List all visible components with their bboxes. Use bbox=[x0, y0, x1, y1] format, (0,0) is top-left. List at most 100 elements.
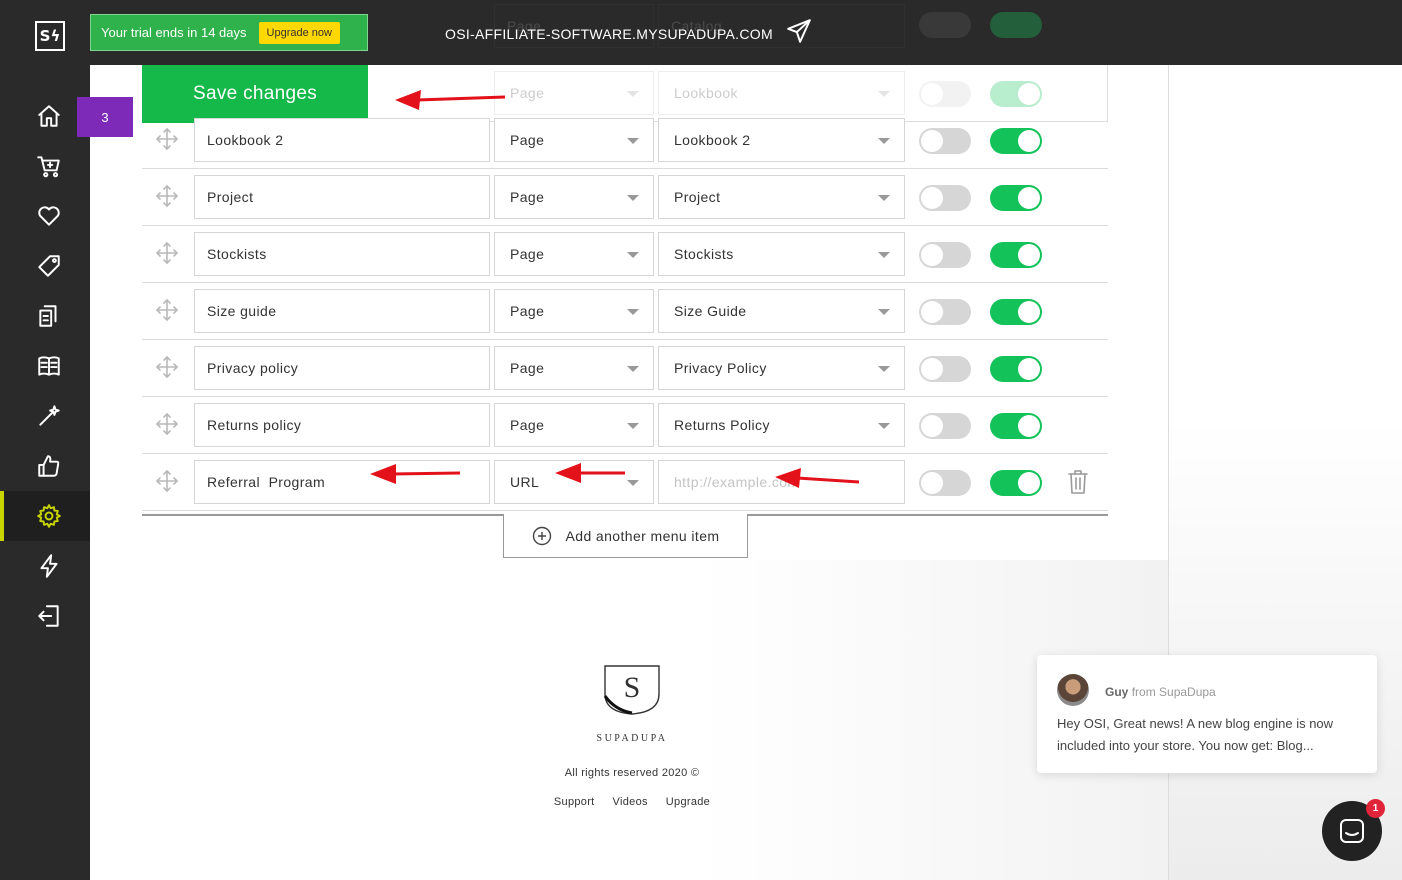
book-icon[interactable] bbox=[33, 350, 65, 382]
send-icon[interactable] bbox=[786, 18, 814, 44]
footer-link-support[interactable]: Support bbox=[554, 796, 595, 808]
menu-item-name-input[interactable]: Privacy policy bbox=[194, 346, 490, 390]
menu-type-select[interactable]: Page bbox=[494, 175, 654, 219]
visibility-toggle-a[interactable] bbox=[919, 185, 971, 211]
trial-text: Your trial ends in 14 days bbox=[101, 25, 247, 40]
magic-wand-icon[interactable] bbox=[33, 400, 65, 432]
chevron-down-icon bbox=[878, 366, 890, 372]
annotation-arrow bbox=[370, 462, 462, 491]
visibility-toggle-b[interactable] bbox=[990, 128, 1042, 154]
visibility-toggle-b[interactable] bbox=[990, 185, 1042, 211]
trial-banner: Your trial ends in 14 days Upgrade now bbox=[90, 14, 368, 51]
visibility-toggle-b[interactable] bbox=[990, 356, 1042, 382]
app-logo[interactable]: Sϟ bbox=[35, 21, 65, 51]
chevron-down-icon bbox=[878, 138, 890, 144]
avatar bbox=[1057, 674, 1089, 706]
menu-row: Privacy policy Page Privacy Policy bbox=[142, 340, 1108, 397]
menu-item-name-input[interactable]: Size guide bbox=[194, 289, 490, 333]
drag-handle-icon[interactable] bbox=[154, 297, 180, 323]
menu-target-select[interactable]: Size Guide bbox=[658, 289, 905, 333]
home-icon[interactable] bbox=[33, 100, 65, 132]
toggle-a[interactable] bbox=[919, 81, 971, 107]
logo-letter: S bbox=[624, 671, 641, 704]
menu-row: Stockists Page Stockists bbox=[142, 226, 1108, 283]
menu-target-select[interactable]: Privacy Policy bbox=[658, 346, 905, 390]
upgrade-now-button[interactable]: Upgrade now bbox=[258, 21, 340, 44]
menu-item-name-input[interactable]: Lookbook 2 bbox=[194, 118, 490, 162]
menu-row: Lookbook 2 Page Lookbook 2 bbox=[142, 112, 1108, 169]
logout-icon[interactable] bbox=[33, 600, 65, 632]
visibility-toggle-a[interactable] bbox=[919, 242, 971, 268]
chevron-down-icon bbox=[627, 309, 639, 315]
chevron-down-icon bbox=[878, 195, 890, 201]
add-menu-item-label: Add another menu item bbox=[565, 527, 720, 544]
thumbs-up-icon[interactable] bbox=[33, 450, 65, 482]
trash-icon[interactable] bbox=[1067, 469, 1089, 495]
toggle-b[interactable] bbox=[990, 81, 1042, 107]
chevron-down-icon bbox=[627, 195, 639, 201]
visibility-toggle-b[interactable] bbox=[990, 470, 1042, 496]
menu-item-name-input[interactable]: Returns policy bbox=[194, 403, 490, 447]
cart-icon[interactable] bbox=[33, 150, 65, 182]
menu-type-select[interactable]: Page bbox=[494, 118, 654, 162]
visibility-toggle-a[interactable] bbox=[919, 299, 971, 325]
ghost-toggles bbox=[919, 12, 1042, 38]
heart-icon[interactable] bbox=[33, 200, 65, 232]
gear-icon[interactable] bbox=[33, 500, 65, 532]
footer-link-videos[interactable]: Videos bbox=[613, 796, 648, 808]
chat-message-text: Hey OSI, Great news! A new blog engine i… bbox=[1057, 716, 1334, 753]
supadupa-logo: S bbox=[603, 664, 661, 716]
menu-type-select[interactable]: Page bbox=[494, 289, 654, 333]
chevron-down-icon bbox=[878, 423, 890, 429]
drag-handle-icon[interactable] bbox=[154, 126, 180, 152]
chat-message-card[interactable]: Guy from SupaDupa Hey OSI, Great news! A… bbox=[1037, 655, 1377, 773]
menu-target-select[interactable]: Lookbook 2 bbox=[658, 118, 905, 162]
footer-links: Support Videos Upgrade bbox=[520, 796, 744, 808]
chat-icon bbox=[1340, 819, 1364, 843]
menu-target-select[interactable]: Lookbook bbox=[658, 71, 905, 115]
chevron-down-icon bbox=[627, 480, 639, 486]
plus-circle-icon bbox=[532, 526, 551, 545]
notification-badge: 3 bbox=[77, 97, 133, 137]
tag-icon[interactable] bbox=[33, 250, 65, 282]
chevron-down-icon bbox=[627, 423, 639, 429]
menu-row: Returns policy Page Returns Policy bbox=[142, 397, 1108, 454]
visibility-toggle-b[interactable] bbox=[990, 413, 1042, 439]
menu-item-name-input[interactable]: Project bbox=[194, 175, 490, 219]
visibility-toggle-b[interactable] bbox=[990, 299, 1042, 325]
chevron-down-icon bbox=[878, 252, 890, 258]
lightning-icon[interactable] bbox=[33, 550, 65, 582]
menu-type-select[interactable]: Page bbox=[494, 403, 654, 447]
menu-target-select[interactable]: Returns Policy bbox=[658, 403, 905, 447]
chevron-down-icon bbox=[627, 138, 639, 144]
menu-type-select[interactable]: Page bbox=[494, 232, 654, 276]
menu-target-select[interactable]: Project bbox=[658, 175, 905, 219]
drag-handle-icon[interactable] bbox=[154, 411, 180, 437]
chevron-down-icon bbox=[878, 309, 890, 315]
annotation-arrow bbox=[395, 86, 507, 115]
drag-handle-icon[interactable] bbox=[154, 183, 180, 209]
chevron-down-icon bbox=[627, 252, 639, 258]
menu-type-select[interactable]: Page bbox=[494, 71, 654, 115]
menu-item-name-input[interactable]: Stockists bbox=[194, 232, 490, 276]
visibility-toggle-a[interactable] bbox=[919, 128, 971, 154]
visibility-toggle-a[interactable] bbox=[919, 413, 971, 439]
visibility-toggle-a[interactable] bbox=[919, 356, 971, 382]
menu-row: Project Page Project bbox=[142, 169, 1108, 226]
chat-sender: Guy from SupaDupa bbox=[1105, 685, 1216, 699]
store-domain[interactable]: OSI-AFFILIATE-SOFTWARE.MYSUPADUPA.COM bbox=[445, 26, 773, 42]
visibility-toggle-b[interactable] bbox=[990, 242, 1042, 268]
brand-name: SUPADUPA bbox=[596, 733, 668, 744]
unread-count-badge: 1 bbox=[1366, 799, 1385, 818]
drag-handle-icon[interactable] bbox=[154, 354, 180, 380]
drag-handle-icon[interactable] bbox=[154, 468, 180, 494]
menu-target-select[interactable]: Stockists bbox=[658, 232, 905, 276]
visibility-toggle-a[interactable] bbox=[919, 470, 971, 496]
footer-link-upgrade[interactable]: Upgrade bbox=[666, 796, 710, 808]
pages-icon[interactable] bbox=[33, 300, 65, 332]
copyright-text: All rights reserved 2020 © bbox=[564, 767, 700, 779]
menu-type-select[interactable]: Page bbox=[494, 346, 654, 390]
annotation-arrow bbox=[775, 468, 861, 497]
add-menu-item-button[interactable]: Add another menu item bbox=[503, 514, 748, 558]
drag-handle-icon[interactable] bbox=[154, 240, 180, 266]
